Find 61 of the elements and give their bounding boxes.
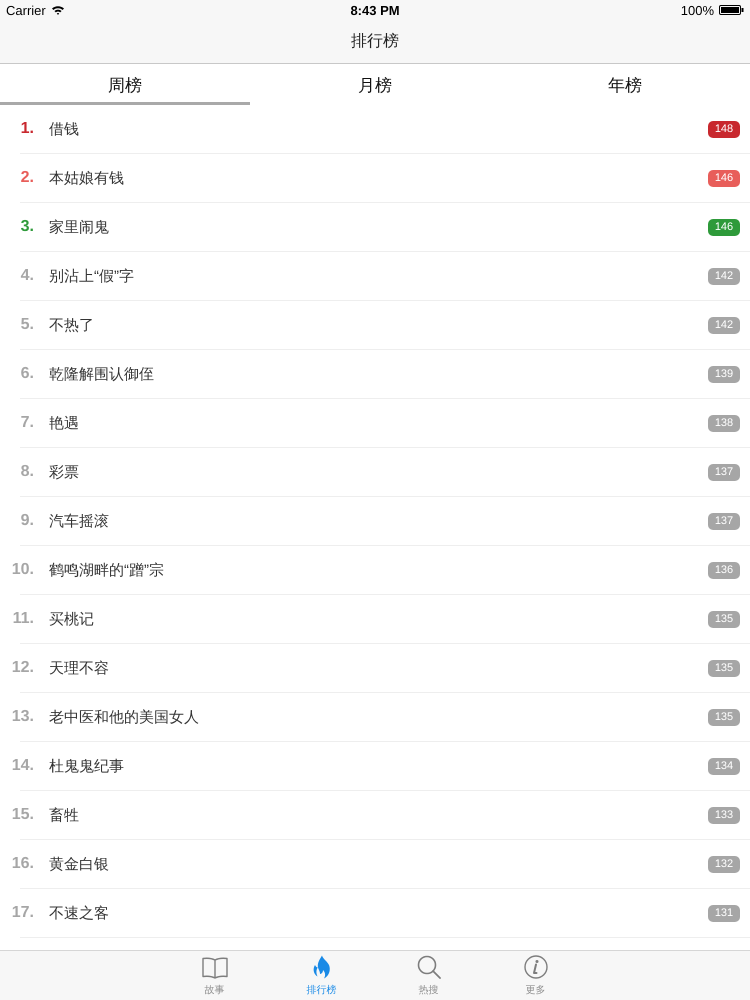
rank-number: 17.: [10, 904, 34, 922]
count-badge: 136: [708, 562, 740, 578]
rank-number: 4.: [20, 267, 34, 285]
rank-number: 3.: [20, 218, 34, 236]
story-title[interactable]: 不速之客: [49, 904, 708, 922]
info-icon: [524, 955, 548, 979]
story-title[interactable]: 畜牲: [49, 806, 708, 824]
story-title[interactable]: 艳遇: [49, 414, 708, 432]
rank-number: 1.: [20, 120, 34, 138]
story-title[interactable]: 借钱: [49, 120, 708, 138]
count-badge: 146: [708, 218, 740, 236]
count-badge: 148: [708, 120, 740, 138]
rank-number: 5.: [20, 316, 34, 334]
rank-number: 10.: [10, 561, 34, 579]
count-badge: 131: [708, 904, 740, 922]
rank-number: 15.: [10, 806, 34, 824]
count-badge: 142: [708, 268, 740, 284]
count-badge: 135: [708, 708, 740, 726]
rank-number: 12.: [10, 659, 34, 677]
count-badge: 146: [708, 170, 740, 186]
count-badge: 142: [708, 316, 740, 334]
story-title[interactable]: 不热了: [49, 316, 708, 334]
screen-title: 排行榜: [351, 32, 399, 52]
story-title[interactable]: 天理不容: [49, 658, 708, 678]
wifi-icon: [50, 5, 65, 15]
story-title[interactable]: 鹤鸣湖畔的“蹭”宗: [49, 560, 708, 580]
story-title[interactable]: 汽车摇滚: [49, 512, 708, 530]
rank-number: 6.: [20, 365, 34, 383]
story-title[interactable]: 家里闹鬼: [49, 218, 708, 236]
count-badge: 137: [708, 464, 740, 480]
story-title[interactable]: 彩票: [49, 462, 708, 482]
count-badge: 137: [708, 512, 740, 530]
count-badge: 134: [708, 758, 740, 774]
rank-number: 14.: [10, 757, 34, 775]
story-title[interactable]: 买桃记: [49, 610, 708, 628]
count-badge: 132: [708, 856, 740, 872]
story-title[interactable]: 黄金白银: [49, 854, 708, 874]
rank-number: 9.: [20, 512, 34, 530]
count-badge: 139: [708, 366, 740, 382]
search-icon: [416, 955, 440, 979]
count-badge: 135: [708, 660, 740, 676]
story-title[interactable]: 本姑娘有钱: [49, 168, 708, 188]
rank-number: 16.: [10, 855, 34, 873]
carrier-name: Carrier: [6, 2, 46, 18]
story-title[interactable]: 杜鬼鬼纪事: [49, 756, 708, 776]
story-title[interactable]: 别沾上“假”字: [49, 266, 708, 286]
count-badge: 135: [708, 610, 740, 628]
battery-icon: [719, 5, 744, 15]
count-badge: 138: [708, 414, 740, 432]
rank-number: 8.: [20, 463, 34, 481]
rank-number: 2.: [20, 169, 34, 187]
rank-number: 13.: [10, 708, 34, 726]
battery-percent: 100%: [680, 2, 714, 18]
flame-icon: [312, 955, 330, 979]
story-title[interactable]: 老中医和他的美国女人: [49, 708, 708, 726]
story-title[interactable]: 乾隆解围认御侄: [49, 364, 708, 384]
rank-number: 7.: [20, 414, 34, 432]
book-icon: [202, 957, 228, 979]
rank-number: 11.: [12, 610, 34, 628]
count-badge: 133: [708, 806, 740, 824]
status-time: 8:43 PM: [350, 2, 400, 18]
